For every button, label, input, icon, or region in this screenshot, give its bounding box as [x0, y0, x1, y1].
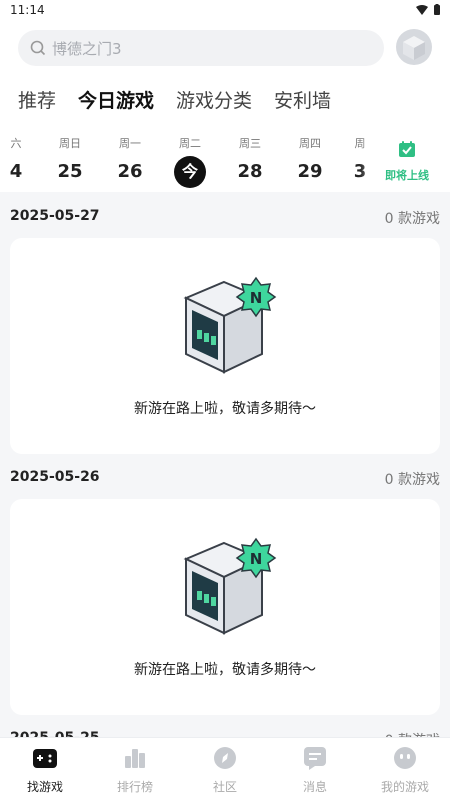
calendar-check-icon — [399, 141, 415, 157]
svg-text:N: N — [250, 550, 263, 568]
today-badge: 今 — [174, 156, 206, 188]
tab-recommendation-wall[interactable]: 安利墙 — [274, 86, 331, 113]
nav-community[interactable]: 社区 — [180, 746, 270, 795]
my-games-icon — [394, 747, 416, 769]
top-bar: 博德之门3 推荐 今日游戏 游戏分类 安利墙 — [0, 22, 450, 132]
bottom-nav: 找游戏 排行榜 社区 消息 我的游戏 — [0, 737, 450, 800]
search-placeholder: 博德之门3 — [52, 40, 122, 58]
section-date: 2025-05-26 — [10, 469, 100, 485]
battery-icon — [434, 4, 440, 15]
nav-label: 社区 — [212, 780, 237, 794]
nav-label: 找游戏 — [26, 780, 63, 794]
tab-today-games[interactable]: 今日游戏 — [76, 86, 157, 113]
date-item[interactable]: 周日 25 — [50, 136, 90, 184]
tab-recommend[interactable]: 推荐 — [18, 86, 56, 113]
search-bar[interactable]: 博德之门3 — [18, 30, 384, 66]
gamepad-icon — [33, 749, 57, 768]
message-icon — [304, 747, 326, 770]
tab-bar: 推荐 今日游戏 游戏分类 安利墙 — [18, 86, 331, 113]
community-icon — [214, 747, 236, 769]
upcoming-button[interactable]: 即将上线 — [374, 134, 440, 186]
date-item[interactable]: 周三 28 — [230, 136, 270, 184]
status-time: 11:14 — [10, 3, 45, 17]
new-game-cube-icon: N — [183, 537, 277, 635]
status-bar: 11:14 — [0, 0, 450, 22]
avatar-cube-icon — [403, 36, 425, 60]
nav-messages[interactable]: 消息 — [270, 746, 360, 795]
date-item[interactable]: 周一 26 — [110, 136, 150, 184]
avatar[interactable] — [396, 29, 432, 65]
empty-state-card: N 新游在路上啦，敬请多期待～ — [10, 499, 440, 715]
nav-label: 排行榜 — [116, 780, 153, 794]
section-header: 2025-05-26 0 款游戏 — [10, 469, 440, 493]
empty-message: 新游在路上啦，敬请多期待～ — [134, 662, 316, 678]
ranking-icon — [125, 749, 145, 768]
section-header: 2025-05-27 0 款游戏 — [10, 208, 440, 232]
nav-ranking[interactable]: 排行榜 — [90, 746, 180, 795]
date-strip: 六 4 周日 25 周一 26 周二 今 周三 28 周四 29 周 3 即将上… — [0, 132, 450, 192]
date-item[interactable]: 六 4 — [0, 136, 36, 184]
new-game-cube-icon: N — [183, 276, 277, 374]
nav-my-games[interactable]: 我的游戏 — [360, 746, 450, 795]
nav-label: 我的游戏 — [380, 780, 429, 794]
svg-text:N: N — [250, 289, 263, 307]
section-date: 2025-05-27 — [10, 208, 100, 224]
nav-label: 消息 — [302, 780, 327, 794]
upcoming-label: 即将上线 — [385, 169, 429, 182]
section-count: 0 款游戏 — [384, 211, 440, 227]
empty-state-card: N 新游在路上啦，敬请多期待～ — [10, 238, 440, 454]
wifi-icon — [416, 4, 428, 15]
date-item-today[interactable]: 周二 今 — [170, 136, 210, 188]
empty-message: 新游在路上啦，敬请多期待～ — [134, 401, 316, 417]
tab-game-categories[interactable]: 游戏分类 — [176, 86, 252, 113]
search-icon — [30, 40, 46, 56]
date-item[interactable]: 周四 29 — [290, 136, 330, 184]
section-count: 0 款游戏 — [384, 472, 440, 488]
nav-find-games[interactable]: 找游戏 — [0, 746, 90, 795]
